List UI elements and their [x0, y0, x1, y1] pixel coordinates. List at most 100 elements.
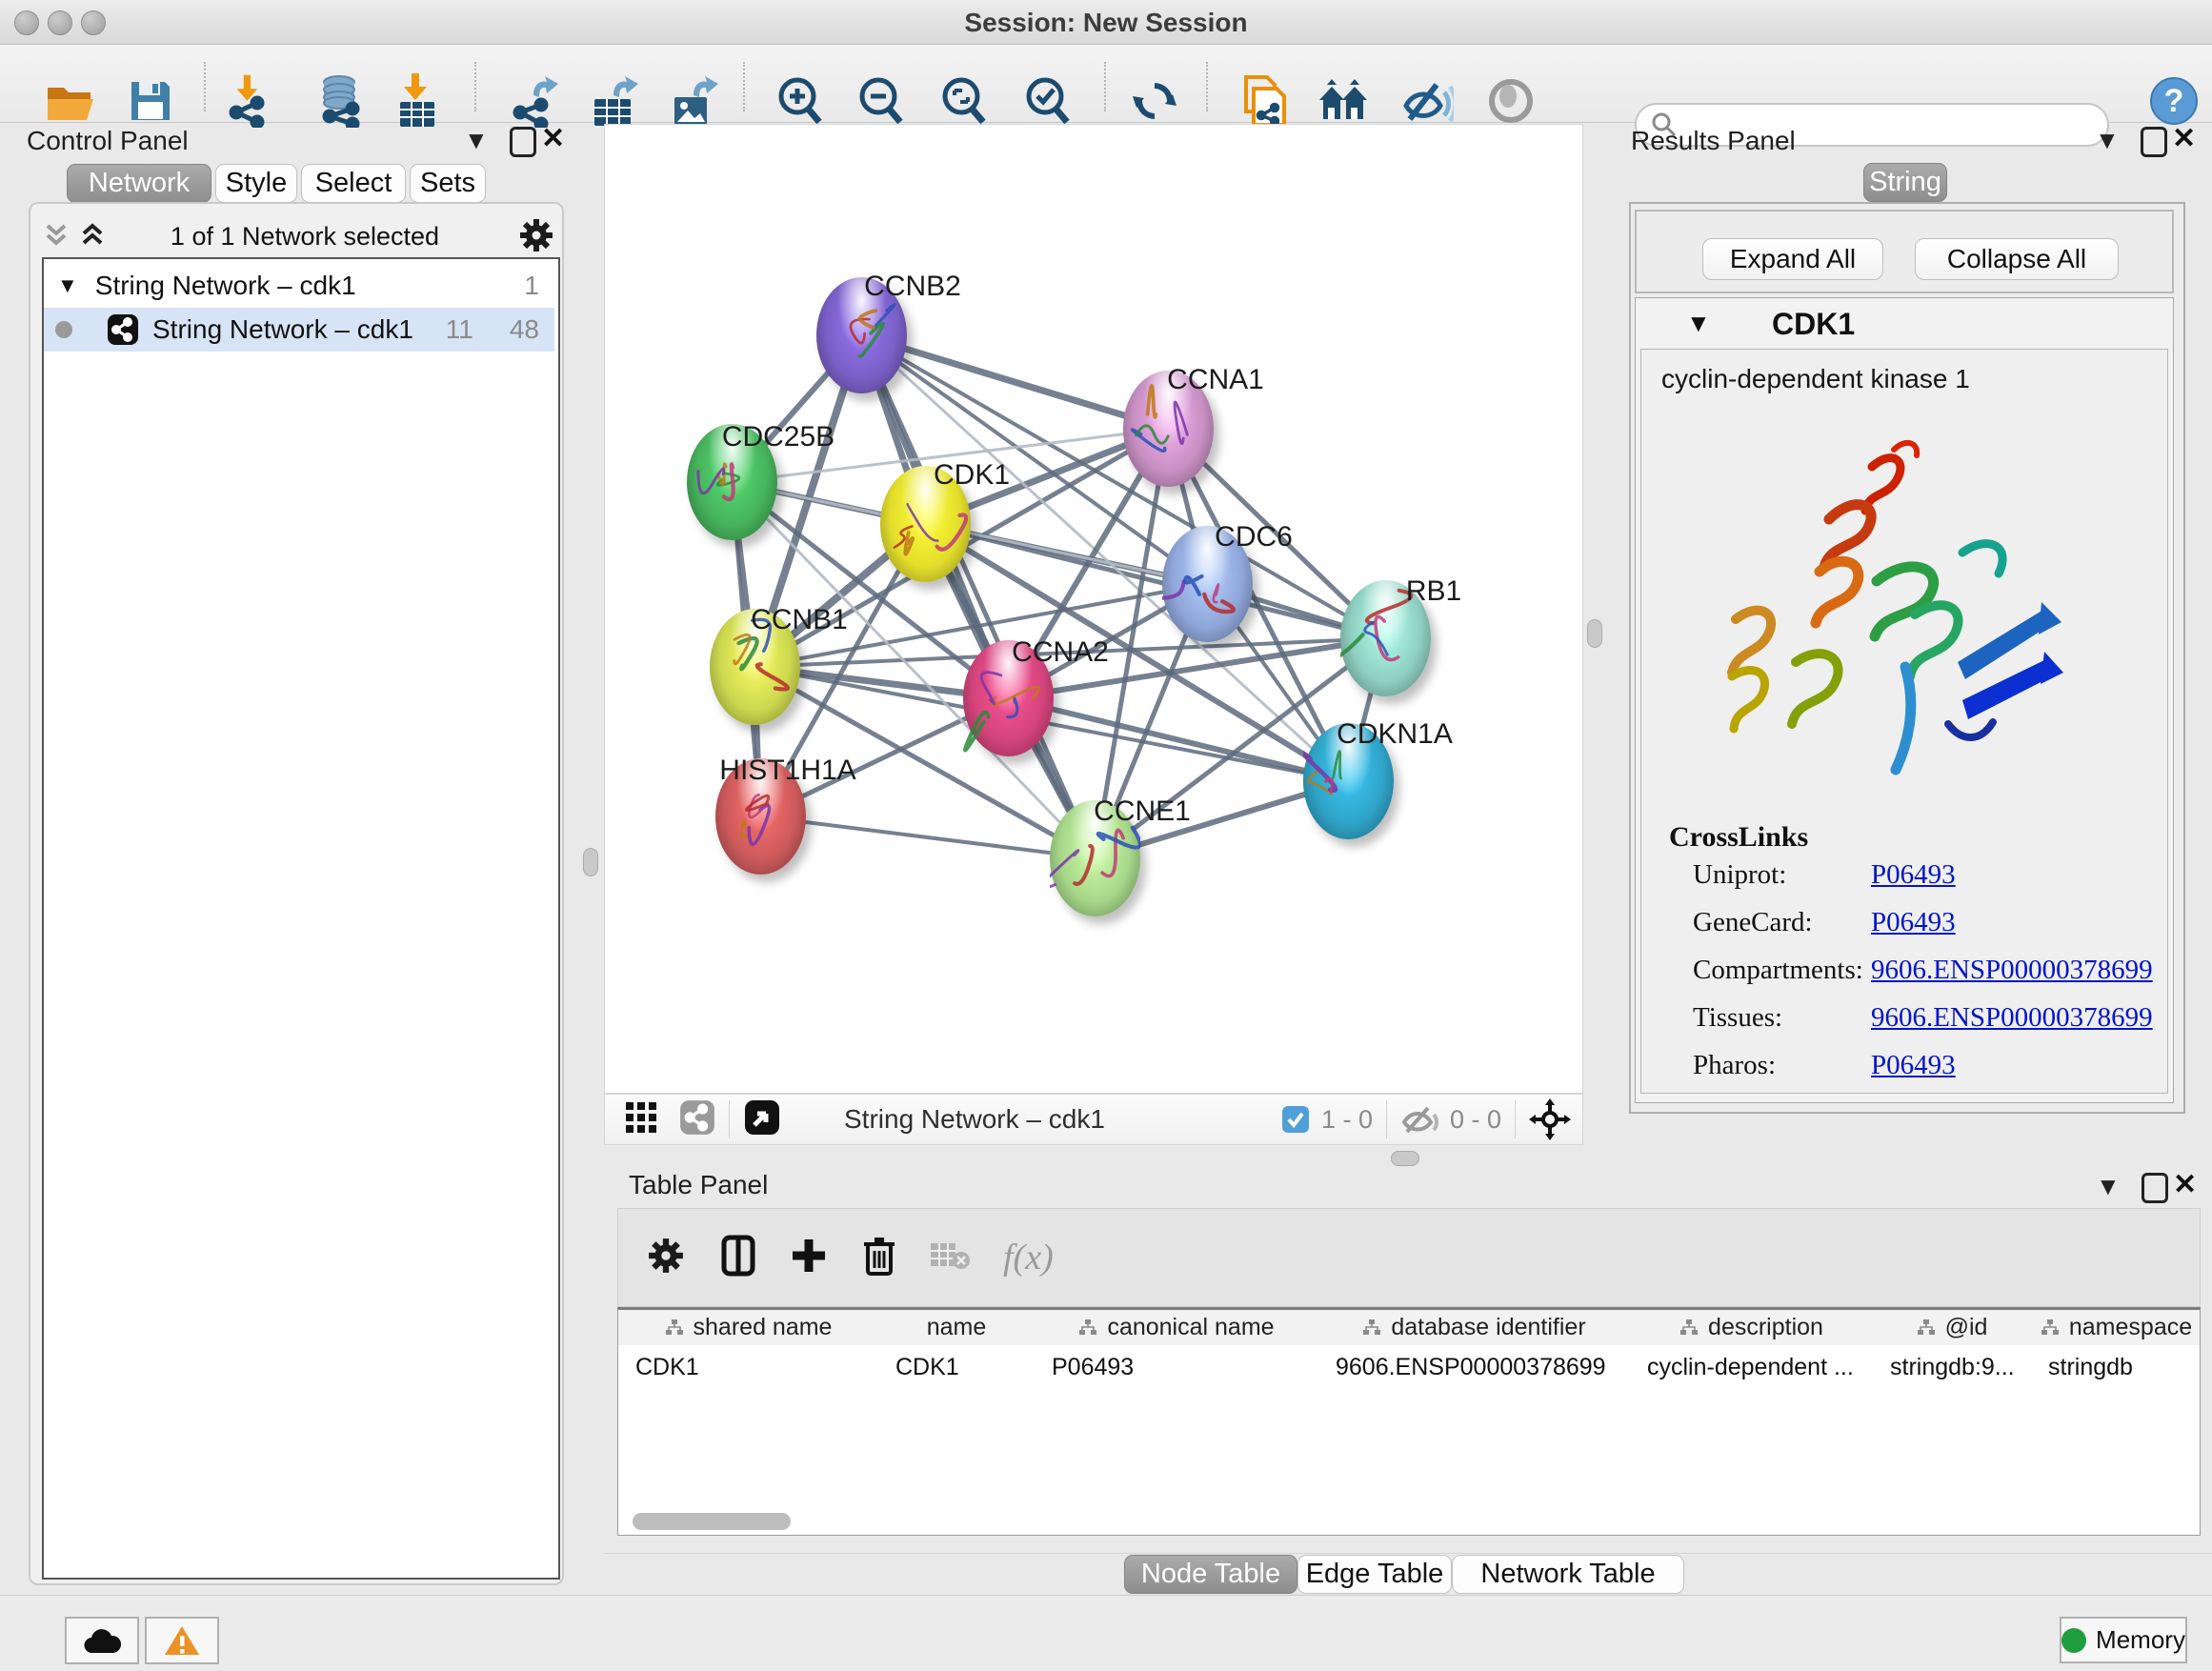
table-panel-menu-caret-icon[interactable]: ▼ [2096, 1172, 2121, 1201]
left-splitter-handle[interactable] [583, 848, 598, 876]
first-neighbors-button[interactable] [1317, 72, 1374, 130]
control-panel-close-icon[interactable]: ✕ [541, 122, 565, 155]
delete-column-button[interactable] [862, 1235, 896, 1281]
crosslink-link[interactable]: P06493 [1871, 859, 1956, 891]
results-panel-menu-caret-icon[interactable]: ▼ [2095, 126, 2120, 155]
help-button[interactable]: ? [2145, 72, 2202, 130]
cloud-status-button[interactable] [65, 1617, 139, 1664]
column-header-namespace[interactable]: namespace [2031, 1310, 2201, 1345]
tab-string[interactable]: String [1863, 163, 1947, 202]
collection-label: String Network – cdk1 [95, 271, 356, 301]
zoom-selected-button[interactable] [1019, 72, 1076, 130]
expand-all-button[interactable]: Expand All [1702, 238, 1883, 280]
import-table-button[interactable] [389, 72, 446, 130]
table-cell[interactable]: 9606.ENSP00000378699 [1318, 1348, 1630, 1386]
results-panel-close-icon[interactable]: ✕ [2172, 122, 2196, 155]
warnings-button[interactable] [145, 1617, 219, 1664]
network-edge[interactable] [760, 816, 1095, 858]
collapse-all-networks-icon[interactable] [40, 221, 72, 254]
column-header-description[interactable]: description [1630, 1310, 1874, 1345]
table-cell[interactable]: cyclin-dependent ... [1630, 1348, 1873, 1386]
network-grid-view-button[interactable] [624, 1100, 658, 1139]
column-header-canonical-name[interactable]: canonical name [1035, 1310, 1319, 1345]
export-network-button[interactable] [505, 72, 562, 130]
apply-layout-button[interactable] [1126, 72, 1183, 130]
string-app-share-icon [107, 313, 139, 346]
bottom-splitter-handle[interactable] [1391, 1151, 1419, 1166]
column-header-name[interactable]: name [878, 1310, 1036, 1345]
right-splitter-handle[interactable] [1587, 619, 1602, 648]
collection-expand-caret-icon[interactable]: ▼ [57, 273, 78, 298]
control-panel-float-icon[interactable] [510, 127, 536, 157]
zoom-in-button[interactable] [772, 72, 829, 130]
node-label: CDKN1A [1337, 718, 1453, 751]
network-panel-gear-icon[interactable] [518, 217, 554, 258]
export-image-button[interactable] [665, 72, 722, 130]
hide-selection-button[interactable] [1398, 72, 1456, 130]
hidden-eye-icon[interactable] [1400, 1103, 1440, 1136]
expand-all-networks-icon[interactable] [76, 221, 109, 254]
network-row-selected[interactable]: String Network – cdk1 11 48 [44, 308, 554, 352]
network-list: ▼ String Network – cdk1 1 String Network… [42, 257, 560, 1580]
section-collapse-caret-icon[interactable]: ▼ [1686, 309, 1711, 338]
show-columns-button[interactable] [721, 1235, 755, 1281]
table-cell[interactable]: CDK1 [618, 1348, 878, 1386]
zoom-out-icon [855, 75, 907, 127]
results-panel-float-icon[interactable] [2141, 127, 2167, 157]
zoom-out-button[interactable] [853, 72, 910, 130]
crosshair-icon[interactable] [1529, 1098, 1571, 1140]
table-cell[interactable]: stringdb:9... [1873, 1348, 2031, 1386]
collapse-all-button[interactable]: Collapse All [1915, 238, 2119, 280]
crosslink-link[interactable]: 9606.ENSP00000378699 [1871, 1002, 2153, 1034]
zoom-fit-button[interactable] [935, 72, 993, 130]
tab-network[interactable]: Network [67, 164, 211, 203]
table-settings-button[interactable] [647, 1237, 685, 1279]
control-panel-menu-caret-icon[interactable]: ▼ [464, 126, 489, 155]
crosslink-link[interactable]: P06493 [1871, 1050, 1956, 1081]
application-window: Session: New Session [0, 0, 2212, 1671]
column-header--id[interactable]: @id [1873, 1310, 2032, 1345]
memory-label: Memory [2096, 1625, 2185, 1655]
network-edge[interactable] [861, 335, 1095, 858]
birdseye-view-button[interactable] [743, 1098, 781, 1141]
delete-table-button[interactable] [929, 1239, 971, 1277]
import-network-button[interactable] [221, 72, 278, 130]
function-builder-button[interactable]: f(x) [1003, 1237, 1054, 1278]
section-description: cyclin-dependent kinase 1 [1661, 364, 1970, 394]
tab-node-table[interactable]: Node Table [1124, 1555, 1297, 1594]
crosslink-link[interactable]: 9606.ENSP00000378699 [1871, 955, 2153, 986]
table-panel-close-icon[interactable]: ✕ [2173, 1168, 2197, 1201]
tab-sets[interactable]: Sets [410, 164, 486, 203]
shared-column-icon [1679, 1319, 1699, 1338]
import-table-icon [392, 73, 442, 129]
tab-network-table[interactable]: Network Table [1452, 1555, 1684, 1594]
selected-checkbox-icon[interactable] [1281, 1105, 1310, 1134]
tab-edge-table[interactable]: Edge Table [1297, 1555, 1452, 1594]
create-column-button[interactable] [790, 1237, 828, 1279]
table-cell[interactable]: stringdb [2031, 1348, 2201, 1386]
column-header-database-identifier[interactable]: database identifier [1318, 1310, 1631, 1345]
export-table-button[interactable] [585, 72, 642, 130]
column-header-shared-name[interactable]: shared name [618, 1310, 879, 1345]
tab-select[interactable]: Select [301, 164, 406, 203]
crosslink-row: Uniprot:P06493 [1693, 859, 2160, 891]
table-horizontal-scrollbar[interactable] [633, 1513, 791, 1530]
network-collection-row[interactable]: ▼ String Network – cdk1 1 [44, 264, 554, 308]
memory-button[interactable]: Memory [2060, 1617, 2187, 1663]
node-label: CCNA2 [1012, 636, 1109, 669]
tab-style[interactable]: Style [215, 164, 297, 203]
clone-network-button[interactable] [1235, 72, 1292, 130]
zoom-fit-icon [938, 75, 990, 127]
network-app-button[interactable] [679, 1099, 715, 1140]
open-session-button[interactable] [42, 72, 99, 130]
table-panel-float-icon[interactable] [2142, 1173, 2168, 1203]
node-label: CCNE1 [1094, 795, 1191, 828]
network-canvas[interactable]: CCNB2CCNA1CDC25BCDK1CDC6RB1CCNB1CCNA2CDK… [604, 124, 1583, 1094]
node-table[interactable]: shared namenamecanonical namedatabase id… [617, 1307, 2201, 1536]
save-session-button[interactable] [122, 72, 179, 130]
table-cell[interactable]: CDK1 [878, 1348, 1035, 1386]
import-network-from-database-button[interactable] [312, 72, 370, 130]
show-all-button[interactable] [1482, 72, 1539, 130]
table-cell[interactable]: P06493 [1035, 1348, 1318, 1386]
crosslink-link[interactable]: P06493 [1871, 907, 1956, 938]
